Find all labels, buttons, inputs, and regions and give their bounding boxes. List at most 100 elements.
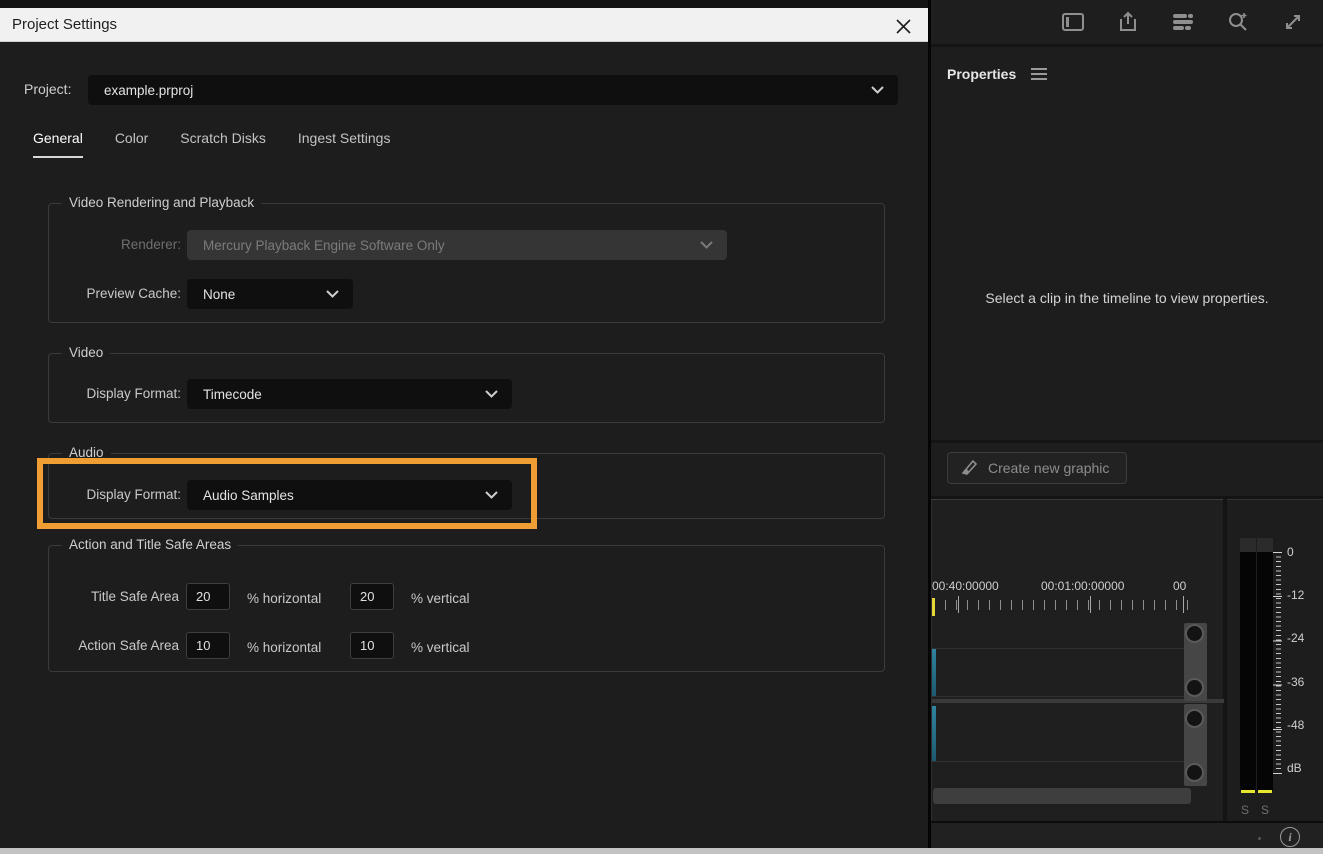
section-legend: Video bbox=[62, 345, 110, 360]
info-icon[interactable]: i bbox=[1280, 827, 1300, 847]
section-legend: Video Rendering and Playback bbox=[62, 195, 261, 210]
video-display-format-value: Timecode bbox=[203, 387, 262, 402]
dialog-title: Project Settings bbox=[12, 16, 117, 33]
track-height-handle[interactable] bbox=[1185, 709, 1204, 728]
meter-cap bbox=[1240, 538, 1256, 552]
tab-scratch-disks[interactable]: Scratch Disks bbox=[180, 130, 266, 158]
create-new-graphic-button[interactable]: Create new graphic bbox=[947, 452, 1127, 484]
close-icon[interactable] bbox=[892, 15, 914, 37]
chevron-down-icon bbox=[871, 86, 884, 94]
track-boundary bbox=[932, 761, 1192, 762]
preview-cache-value: None bbox=[203, 287, 235, 302]
status-bar: i bbox=[928, 821, 1323, 848]
vertical-unit-label: % vertical bbox=[411, 640, 470, 655]
video-display-format-dropdown[interactable]: Timecode bbox=[187, 379, 512, 409]
meter-label: -12 bbox=[1287, 588, 1304, 602]
chevron-down-icon bbox=[700, 241, 713, 249]
panel-divider bbox=[928, 0, 931, 848]
section-audio: Audio Display Format: Audio Samples bbox=[48, 453, 885, 519]
preview-cache-dropdown[interactable]: None bbox=[187, 279, 353, 309]
ruler-major-tick bbox=[958, 596, 959, 613]
empty-state-message: Select a clip in the timeline to view pr… bbox=[931, 290, 1323, 306]
workspace-panel-icon[interactable] bbox=[1061, 10, 1085, 34]
properties-panel: Properties Select a clip in the timeline… bbox=[931, 47, 1323, 440]
chevron-down-icon bbox=[485, 390, 498, 398]
properties-panel-title: Properties bbox=[947, 66, 1016, 82]
audio-meter-channel-left bbox=[1240, 538, 1256, 791]
tab-ingest-settings[interactable]: Ingest Settings bbox=[298, 130, 391, 158]
tab-color[interactable]: Color bbox=[115, 130, 148, 158]
dialog-titlebar[interactable]: Project Settings bbox=[0, 8, 928, 42]
export-share-icon[interactable] bbox=[1116, 10, 1140, 34]
peak-indicator bbox=[1258, 790, 1272, 793]
ruler-timecode-label: 00 bbox=[1173, 579, 1186, 593]
tab-general[interactable]: General bbox=[33, 130, 83, 158]
audio-clip-edge[interactable] bbox=[932, 706, 936, 761]
timeline-horizontal-scrollbar[interactable] bbox=[933, 788, 1191, 804]
top-toolbar bbox=[928, 0, 1323, 44]
renderer-label: Renderer: bbox=[49, 237, 181, 252]
project-dropdown[interactable]: example.prproj bbox=[88, 75, 898, 105]
window-bottom-edge bbox=[0, 848, 1323, 854]
chevron-down-icon bbox=[326, 290, 339, 298]
preview-cache-label: Preview Cache: bbox=[49, 286, 181, 301]
status-dot bbox=[1258, 837, 1261, 840]
timeline-panel: 00:40:00000 00:01:00:00000 00 bbox=[931, 499, 1223, 821]
track-height-handle[interactable] bbox=[1185, 763, 1204, 782]
track-boundary bbox=[932, 648, 1192, 649]
solo-button-left[interactable]: S bbox=[1241, 803, 1249, 817]
audio-display-format-value: Audio Samples bbox=[203, 488, 294, 503]
fullscreen-icon[interactable] bbox=[1281, 10, 1305, 34]
vertical-unit-label: % vertical bbox=[411, 591, 470, 606]
action-safe-vertical-input[interactable] bbox=[350, 632, 394, 659]
video-audio-divider[interactable] bbox=[932, 699, 1224, 703]
audio-meter-panel: 0 -12 -24 -36 -48 dB S S bbox=[1227, 499, 1323, 821]
horizontal-unit-label: % horizontal bbox=[247, 640, 321, 655]
project-dropdown-value: example.prproj bbox=[104, 83, 193, 98]
ruler-major-tick bbox=[1090, 596, 1091, 613]
title-safe-horizontal-input[interactable] bbox=[186, 583, 230, 610]
track-height-handle[interactable] bbox=[1185, 678, 1204, 697]
solo-button-right[interactable]: S bbox=[1261, 803, 1269, 817]
pen-graphic-icon bbox=[960, 459, 978, 477]
renderer-dropdown: Mercury Playback Engine Software Only bbox=[187, 230, 727, 260]
create-new-graphic-label: Create new graphic bbox=[988, 460, 1109, 476]
meter-cap bbox=[1257, 538, 1273, 552]
section-video-rendering: Video Rendering and Playback Renderer: M… bbox=[48, 203, 885, 323]
timeline-ruler[interactable] bbox=[934, 600, 1192, 610]
track-height-handle[interactable] bbox=[1185, 624, 1204, 643]
video-clip-edge[interactable] bbox=[932, 649, 936, 696]
project-settings-dialog: Project Settings Project: example.prproj… bbox=[0, 8, 928, 848]
title-safe-vertical-input[interactable] bbox=[350, 583, 394, 610]
progress-stack-icon[interactable] bbox=[1171, 10, 1195, 34]
audio-display-format-dropdown[interactable]: Audio Samples bbox=[187, 480, 512, 510]
meter-major-ticks bbox=[1273, 552, 1282, 774]
section-legend: Action and Title Safe Areas bbox=[62, 537, 238, 552]
section-safe-areas: Action and Title Safe Areas Title Safe A… bbox=[48, 545, 885, 672]
meter-scale-labels: 0 -12 -24 -36 -48 dB bbox=[1287, 545, 1304, 775]
section-legend: Audio bbox=[62, 445, 111, 460]
renderer-value: Mercury Playback Engine Software Only bbox=[203, 238, 445, 253]
track-boundary bbox=[932, 696, 1192, 697]
action-safe-horizontal-input[interactable] bbox=[186, 632, 230, 659]
audio-meter-channel-right bbox=[1257, 538, 1273, 791]
panel-menu-icon[interactable] bbox=[1030, 66, 1048, 82]
video-display-format-label: Display Format: bbox=[49, 386, 181, 401]
project-label: Project: bbox=[24, 81, 71, 97]
magic-search-icon[interactable] bbox=[1226, 10, 1250, 34]
playhead-marker[interactable] bbox=[932, 598, 935, 616]
meter-label: -48 bbox=[1287, 718, 1304, 732]
peak-indicator bbox=[1241, 790, 1255, 793]
horizontal-unit-label: % horizontal bbox=[247, 591, 321, 606]
title-safe-area-label: Title Safe Area bbox=[49, 589, 179, 604]
ruler-timecode-label: 00:01:00:00000 bbox=[1041, 579, 1124, 593]
chevron-down-icon bbox=[485, 491, 498, 499]
action-safe-area-label: Action Safe Area bbox=[49, 638, 179, 653]
meter-label: -24 bbox=[1287, 631, 1304, 645]
audio-display-format-label: Display Format: bbox=[49, 487, 181, 502]
meter-label: -36 bbox=[1287, 675, 1304, 689]
ruler-major-tick bbox=[1183, 596, 1184, 613]
settings-tabs: General Color Scratch Disks Ingest Setti… bbox=[33, 130, 390, 158]
meter-label: dB bbox=[1287, 761, 1304, 775]
ruler-timecode-label: 00:40:00000 bbox=[932, 579, 999, 593]
